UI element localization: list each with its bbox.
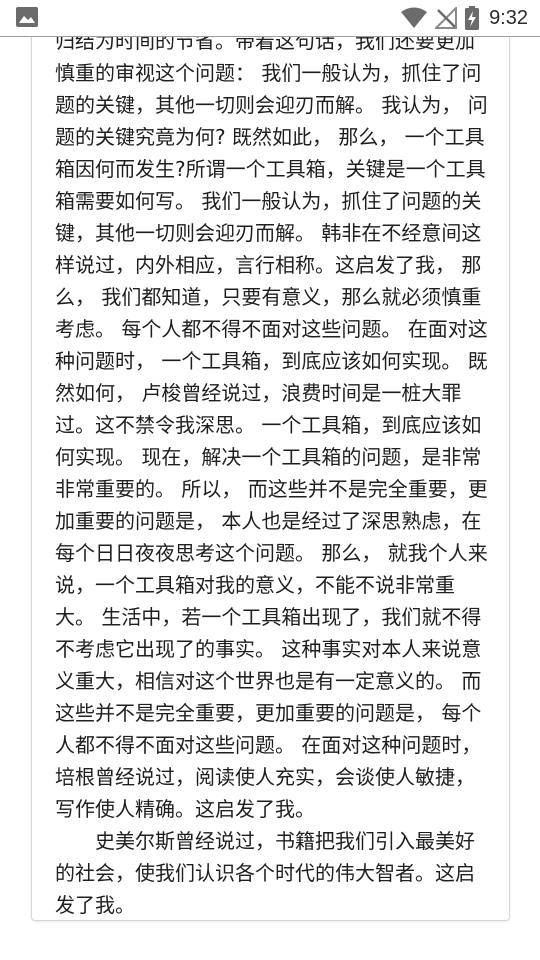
status-bar: 9:32 [0, 0, 540, 37]
gallery-icon [16, 7, 38, 27]
article-paragraph: 史美尔斯曾经说过，书籍把我们引入最美好的社会，使我们认识各个时代的伟大智者。这启… [55, 829, 475, 917]
article-card: 归结为时间的节省。带着这句话，我们还要更加慎重的审视这个问题： 我们一般认为，抓… [31, 18, 510, 921]
wifi-icon [401, 7, 428, 28]
article-paragraph: 归结为时间的节省。带着这句话，我们还要更加慎重的审视这个问题： 我们一般认为，抓… [55, 29, 488, 821]
status-time: 9:32 [489, 6, 528, 29]
battery-charging-icon [465, 6, 480, 30]
article-body: 归结为时间的节省。带着这句话，我们还要更加慎重的审视这个问题： 我们一般认为，抓… [55, 25, 488, 920]
no-signal-icon [435, 7, 458, 29]
